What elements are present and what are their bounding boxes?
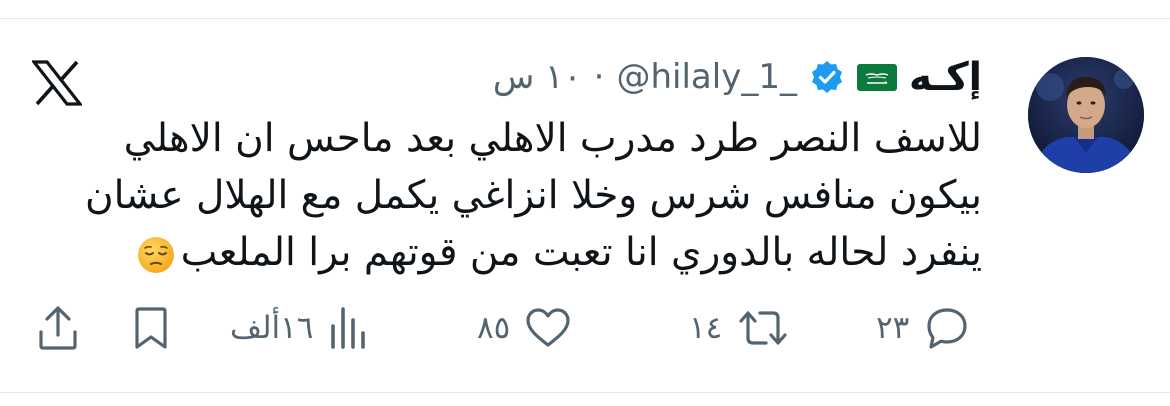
tweet-line-3-wrapper: ينفرد لحاله بالدوري انا تعبت من قوتهم بر… bbox=[52, 224, 982, 281]
views-count: ١٦ألف bbox=[230, 310, 314, 346]
like-button[interactable]: ٨٥ bbox=[477, 301, 572, 355]
timestamp[interactable]: ١٠ س bbox=[493, 57, 582, 97]
display-name[interactable]: إكـه bbox=[909, 55, 982, 100]
reply-icon bbox=[927, 308, 967, 349]
heart-icon bbox=[526, 308, 570, 347]
separator-dot: · bbox=[593, 57, 605, 97]
top-divider bbox=[0, 18, 1170, 19]
views-button[interactable]: ١٦ألف bbox=[230, 301, 371, 355]
retweet-button[interactable]: ١٤ bbox=[689, 301, 790, 355]
saudi-arabia-flag-icon bbox=[856, 63, 897, 91]
bookmark-icon bbox=[135, 307, 167, 349]
reply-count: ٢٣ bbox=[876, 310, 910, 346]
reply-button[interactable]: ٢٣ bbox=[876, 301, 971, 355]
tweet-line-3: ينفرد لحاله بالدوري انا تعبت من قوتهم بر… bbox=[180, 230, 982, 275]
handle[interactable]: @hilaly_1_ bbox=[616, 57, 796, 97]
views-chart-icon bbox=[331, 307, 366, 349]
tweet-header: إكـه @hilaly_1_ · ١٠ س bbox=[493, 52, 982, 102]
share-icon bbox=[39, 306, 77, 350]
retweet-count: ١٤ bbox=[689, 310, 723, 346]
x-logo-icon[interactable] bbox=[30, 60, 84, 106]
tweet-line-1: للاسف النصر طرد مدرب الاهلي بعد ماحس ان … bbox=[123, 116, 982, 161]
tweet-line-2: بيكون منافس شرس وخلا انزاغي يكمل مع الهل… bbox=[85, 173, 982, 218]
bottom-divider bbox=[0, 392, 1170, 393]
verified-badge-icon bbox=[811, 61, 842, 93]
like-count: ٨٥ bbox=[477, 310, 511, 346]
bookmark-button[interactable] bbox=[132, 301, 170, 355]
share-button[interactable] bbox=[36, 301, 80, 355]
pensive-face-emoji-icon bbox=[137, 236, 174, 273]
retweet-icon bbox=[739, 311, 787, 345]
avatar[interactable] bbox=[1028, 57, 1144, 173]
tweet-text: للاسف النصر طرد مدرب الاهلي بعد ماحس ان … bbox=[52, 110, 982, 281]
